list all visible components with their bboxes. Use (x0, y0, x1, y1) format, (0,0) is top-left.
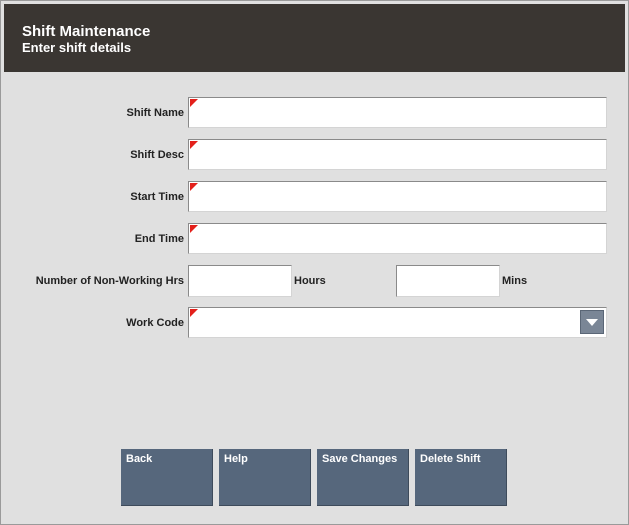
non-working-hours-input[interactable] (188, 265, 292, 297)
chevron-down-icon[interactable] (580, 310, 604, 334)
mins-unit-label: Mins (502, 275, 528, 287)
start-time-label: Start Time (130, 191, 184, 203)
shift-desc-input[interactable] (188, 139, 607, 170)
work-code-label: Work Code (126, 317, 184, 329)
shift-maintenance-window: Shift Maintenance Enter shift details Sh… (0, 0, 629, 525)
non-working-hrs-label: Number of Non-Working Hrs (35, 275, 184, 287)
save-changes-button[interactable]: Save Changes (317, 449, 409, 506)
start-time-input[interactable] (188, 181, 607, 212)
end-time-input[interactable] (188, 223, 607, 254)
shift-desc-label: Shift Desc (130, 149, 184, 161)
shift-name-label: Shift Name (126, 107, 184, 119)
shift-name-input[interactable] (188, 97, 607, 128)
work-code-input[interactable] (188, 307, 607, 338)
hours-unit-label: Hours (294, 275, 326, 287)
non-working-mins-input[interactable] (396, 265, 500, 297)
back-button[interactable]: Back (121, 449, 213, 506)
page-title: Shift Maintenance (22, 23, 151, 40)
end-time-field-wrapper (188, 223, 607, 254)
start-time-field-wrapper (188, 181, 607, 212)
end-time-label: End Time (134, 233, 184, 245)
page-subtitle: Enter shift details (22, 40, 132, 55)
work-code-select[interactable] (188, 307, 607, 338)
delete-shift-button[interactable]: Delete Shift (415, 449, 507, 506)
help-button[interactable]: Help (219, 449, 311, 506)
shift-desc-field-wrapper (188, 139, 607, 170)
shift-name-field-wrapper (188, 97, 607, 128)
header-bar: Shift Maintenance Enter shift details (4, 4, 625, 72)
